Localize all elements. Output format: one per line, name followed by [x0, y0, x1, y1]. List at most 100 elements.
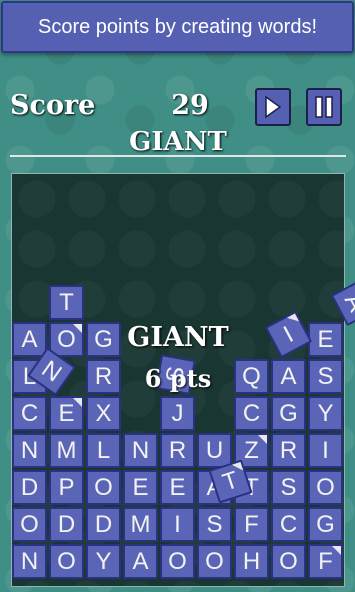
tile-letter: T	[59, 288, 74, 316]
tile-letter: S	[280, 473, 297, 501]
tile-letter: O	[205, 547, 224, 575]
letter-tile[interactable]: S	[271, 470, 306, 505]
letter-tile[interactable]: C	[12, 396, 47, 431]
tile-letter: O	[279, 547, 298, 575]
tile-letter: F	[318, 547, 333, 575]
letter-tile[interactable]: O	[197, 544, 232, 579]
header-divider	[10, 155, 346, 157]
letter-tile[interactable]: O	[271, 544, 306, 579]
tile-letter: P	[58, 473, 75, 501]
tile-letter: O	[168, 547, 187, 575]
tile-letter: A	[132, 547, 149, 575]
letter-tile[interactable]: F	[308, 544, 343, 579]
letter-tile[interactable]: D	[86, 507, 121, 542]
letter-tile[interactable]: I	[160, 507, 195, 542]
letter-tile[interactable]: G	[271, 396, 306, 431]
bonus-marker-icon	[286, 313, 300, 326]
pause-icon	[315, 96, 333, 118]
letter-tile[interactable]: A	[12, 322, 47, 357]
score-value: 29	[171, 90, 209, 121]
letter-tile[interactable]: O	[12, 507, 47, 542]
tile-letter: S	[206, 510, 223, 538]
letter-tile[interactable]: E	[308, 322, 343, 357]
tile-letter: N	[20, 436, 39, 464]
letter-tile[interactable]: L	[86, 433, 121, 468]
letter-tile[interactable]: N	[12, 433, 47, 468]
tile-letter: O	[316, 473, 335, 501]
tile-letter: G	[316, 510, 335, 538]
scored-points: 6 pts	[144, 364, 212, 393]
tile-letter: E	[317, 325, 334, 353]
tile-letter: N	[131, 436, 150, 464]
letter-tile[interactable]: U	[197, 433, 232, 468]
letter-tile[interactable]: R	[271, 433, 306, 468]
bonus-marker-icon	[332, 546, 341, 555]
tile-letter: I	[278, 320, 298, 348]
letter-tile[interactable]: A	[271, 359, 306, 394]
letter-tile[interactable]: E	[49, 396, 84, 431]
tile-letter: C	[279, 510, 298, 538]
bonus-marker-icon	[258, 435, 267, 444]
letter-tile[interactable]: N	[12, 544, 47, 579]
tile-letter: E	[169, 473, 186, 501]
score-label: Score	[10, 90, 96, 121]
letter-tile[interactable]: G	[308, 507, 343, 542]
tile-letter: F	[244, 510, 259, 538]
tile-letter: D	[20, 473, 39, 501]
tile-letter: R	[279, 436, 298, 464]
tile-letter: O	[20, 510, 39, 538]
letter-tile[interactable]: O	[86, 470, 121, 505]
letter-tile[interactable]: H	[234, 544, 269, 579]
letter-tile[interactable]: I	[308, 433, 343, 468]
tile-letter: O	[94, 473, 113, 501]
letter-tile[interactable]: O	[49, 544, 84, 579]
tile-letter: M	[56, 436, 77, 464]
tile-letter: C	[242, 399, 261, 427]
letter-tile[interactable]: E	[123, 470, 158, 505]
letter-tile[interactable]: A	[123, 544, 158, 579]
tile-letter: G	[279, 399, 298, 427]
letter-tile[interactable]: D	[12, 470, 47, 505]
tile-letter: C	[20, 399, 39, 427]
letter-tile[interactable]: C	[271, 507, 306, 542]
letter-tile[interactable]: M	[123, 507, 158, 542]
letter-tile[interactable]: M	[49, 433, 84, 468]
tile-letter: N	[20, 547, 39, 575]
tile-letter: M	[130, 510, 151, 538]
letter-tile[interactable]: P	[49, 470, 84, 505]
tile-letter: J	[171, 399, 184, 427]
letter-tile[interactable]: X	[86, 396, 121, 431]
bonus-marker-icon	[73, 398, 82, 407]
letter-tile[interactable]: Y	[86, 544, 121, 579]
current-word: GIANT	[129, 127, 227, 157]
letter-tile[interactable]: Y	[308, 396, 343, 431]
letter-tile[interactable]: F	[234, 507, 269, 542]
scored-word: GIANT	[127, 322, 229, 353]
tile-letter: Z	[244, 436, 259, 464]
bonus-marker-icon	[73, 324, 82, 333]
letter-tile[interactable]: O	[308, 470, 343, 505]
tile-letter: Y	[95, 547, 112, 575]
letter-tile[interactable]: C	[234, 396, 269, 431]
tile-letter: A	[21, 325, 38, 353]
letter-tile[interactable]: N	[123, 433, 158, 468]
tile-letter: I	[322, 436, 329, 464]
tile-letter: D	[57, 510, 76, 538]
letter-tile[interactable]: T	[49, 285, 84, 320]
tile-letter: S	[317, 362, 334, 390]
tile-letter: Y	[317, 399, 334, 427]
letter-tile[interactable]: J	[160, 396, 195, 431]
pause-button[interactable]	[306, 88, 342, 126]
letter-tile[interactable]: S	[197, 507, 232, 542]
tile-letter: A	[280, 362, 297, 390]
letter-tile[interactable]: S	[308, 359, 343, 394]
bonus-marker-icon	[231, 461, 244, 474]
letter-tile[interactable]: D	[49, 507, 84, 542]
letter-tile[interactable]: E	[160, 470, 195, 505]
tile-letter: U	[205, 436, 224, 464]
letter-tile[interactable]: O	[160, 544, 195, 579]
tile-letter: H	[242, 547, 261, 575]
play-button[interactable]	[255, 88, 291, 126]
instruction-banner: Score points by creating words!	[1, 1, 354, 53]
letter-tile[interactable]: R	[160, 433, 195, 468]
